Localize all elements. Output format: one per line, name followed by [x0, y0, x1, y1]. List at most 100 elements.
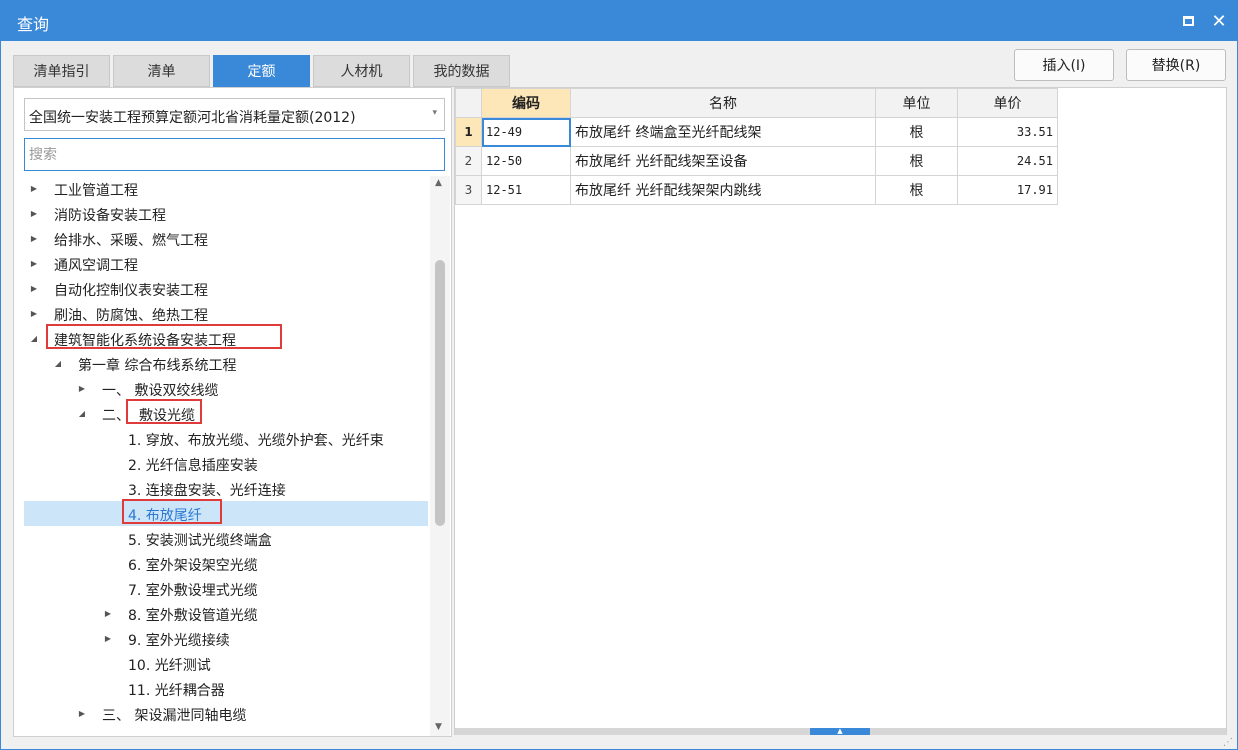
scrollbar-thumb[interactable] — [435, 260, 445, 526]
grid-horizontal-scrollbar[interactable]: ▲ — [455, 728, 1226, 735]
quota-table: 编码 名称 单位 单价 1 12-49 布放尾纤 终端盒至光纤配线架 根 33.… — [455, 88, 1058, 205]
tab-my-data[interactable]: 我的数据 — [413, 55, 510, 87]
search-field[interactable] — [24, 138, 445, 171]
tree-item-lay-pigtail[interactable]: 4. 布放尾纤 — [24, 499, 428, 526]
column-header-unit[interactable]: 单位 — [875, 88, 958, 118]
row-number[interactable]: 1 — [455, 117, 482, 147]
tree-item-label: 6. 室外架设架空光缆 — [128, 558, 258, 574]
expand-arrow-icon[interactable]: ▶ — [28, 256, 40, 270]
table-row[interactable]: 3 12-51 布放尾纤 光纤配线架架内跳线 根 17.91 — [455, 175, 1058, 205]
collapse-arrow-icon[interactable]: ◢ — [52, 356, 64, 370]
expand-arrow-icon[interactable]: ▶ — [28, 206, 40, 220]
tree-item[interactable]: 11. 光纤耦合器 — [24, 676, 428, 701]
expand-arrow-icon[interactable]: ▶ — [28, 181, 40, 195]
cell-name[interactable]: 布放尾纤 终端盒至光纤配线架 — [570, 117, 876, 147]
quota-library-select[interactable]: 全国统一安装工程预算定额河北省消耗量定额(2012) ▾ — [24, 98, 445, 131]
cell-code[interactable]: 12-49 — [481, 117, 571, 147]
query-dialog: 查询 ✕ 清单指引 清单 定额 人材机 我的数据 插入(I) 替换(R) 全国统… — [0, 0, 1238, 750]
table-row[interactable]: 1 12-49 布放尾纤 终端盒至光纤配线架 根 33.51 — [455, 117, 1058, 147]
tree-item[interactable]: ▶ 9. 室外光缆接续 — [24, 626, 428, 651]
cell-unit[interactable]: 根 — [875, 146, 958, 176]
close-icon: ✕ — [1211, 10, 1227, 32]
title-bar: 查询 ✕ — [1, 1, 1237, 41]
cell-code[interactable]: 12-51 — [481, 175, 571, 205]
tree-item[interactable]: ▶ 消防设备安装工程 — [24, 201, 428, 226]
tree-item[interactable]: 7. 室外敷设埋式光缆 — [24, 576, 428, 601]
tree-scrollbar[interactable]: ▲ ▼ — [430, 176, 450, 736]
tree-item-label: 自动化控制仪表安装工程 — [54, 283, 208, 299]
highlight-box — [122, 499, 222, 524]
tree-item-smart-building[interactable]: ◢ 建筑智能化系统设备安装工程 — [24, 324, 428, 351]
cell-name[interactable]: 布放尾纤 光纤配线架至设备 — [570, 146, 876, 176]
row-number[interactable]: 3 — [455, 175, 482, 205]
quota-tree-panel: 全国统一安装工程预算定额河北省消耗量定额(2012) ▾ ▶ 工业管道工程 ▶ … — [13, 87, 452, 737]
tree-item[interactable]: 6. 室外架设架空光缆 — [24, 551, 428, 576]
scroll-up-icon[interactable]: ▲ — [435, 178, 442, 188]
tree-item[interactable]: 10. 光纤测试 — [24, 651, 428, 676]
tree-item-label: 三、 架设漏泄同轴电缆 — [102, 708, 247, 724]
cell-code[interactable]: 12-50 — [481, 146, 571, 176]
resize-grip-icon[interactable]: ⋰ — [1223, 737, 1235, 749]
table-header-row: 编码 名称 单位 单价 — [455, 88, 1058, 118]
tree-item-label: 工业管道工程 — [54, 183, 138, 199]
cell-unit[interactable]: 根 — [875, 117, 958, 147]
expand-arrow-icon[interactable]: ▶ — [28, 281, 40, 295]
scroll-down-icon[interactable]: ▼ — [435, 722, 442, 732]
column-header-price[interactable]: 单价 — [957, 88, 1058, 118]
tree-item[interactable]: ▶ 自动化控制仪表安装工程 — [24, 276, 428, 301]
tree-item-label: 9. 室外光缆接续 — [128, 633, 230, 649]
chevron-down-icon: ▾ — [432, 108, 437, 118]
expand-arrow-icon[interactable]: ▶ — [102, 631, 114, 645]
scroll-grip-icon[interactable]: ▲ — [810, 728, 870, 735]
tree-item-label: 1. 穿放、布放光缆、光缆外护套、光纤束 — [128, 433, 384, 449]
tree-item-label: 通风空调工程 — [54, 258, 138, 274]
expand-arrow-icon[interactable]: ▶ — [102, 606, 114, 620]
tab-labor-material-machine[interactable]: 人材机 — [313, 55, 410, 87]
cell-name[interactable]: 布放尾纤 光纤配线架架内跳线 — [570, 175, 876, 205]
search-input[interactable] — [25, 139, 444, 170]
tree-item-label: 给排水、采暖、燃气工程 — [54, 233, 208, 249]
tree-item-label: 7. 室外敷设埋式光缆 — [128, 583, 258, 599]
cell-price[interactable]: 17.91 — [957, 175, 1058, 205]
corner-cell[interactable] — [455, 88, 482, 118]
tree-item[interactable]: ▶ 8. 室外敷设管道光缆 — [24, 601, 428, 626]
tab-bill[interactable]: 清单 — [113, 55, 210, 87]
expand-arrow-icon[interactable]: ▶ — [28, 231, 40, 245]
expand-arrow-icon[interactable]: ▶ — [76, 381, 88, 395]
tree-item[interactable]: ▶ 给排水、采暖、燃气工程 — [24, 226, 428, 251]
quota-tree: ▶ 工业管道工程 ▶ 消防设备安装工程 ▶ 给排水、采暖、燃气工程 ▶ 通风空调… — [14, 176, 430, 736]
tree-item[interactable]: 2. 光纤信息插座安装 — [24, 451, 428, 476]
cell-unit[interactable]: 根 — [875, 175, 958, 205]
table-row[interactable]: 2 12-50 布放尾纤 光纤配线架至设备 根 24.51 — [455, 146, 1058, 176]
tree-item[interactable]: ▶ 工业管道工程 — [24, 176, 428, 201]
tree-item[interactable]: ▶ 通风空调工程 — [24, 251, 428, 276]
tree-item[interactable]: ▶ 三、 架设漏泄同轴电缆 — [24, 701, 428, 726]
cell-price[interactable]: 24.51 — [957, 146, 1058, 176]
tree-item-fiber-cable[interactable]: ◢ 二、 敷设光缆 — [24, 399, 428, 426]
tree-item-label: 2. 光纤信息插座安装 — [128, 458, 258, 474]
column-header-code[interactable]: 编码 — [481, 88, 571, 118]
tree-item[interactable]: ◢ 第一章 综合布线系统工程 — [24, 351, 428, 376]
column-header-name[interactable]: 名称 — [570, 88, 876, 118]
dialog-title: 查询 — [17, 15, 50, 34]
maximize-button[interactable] — [1176, 9, 1200, 33]
tab-bill-guide[interactable]: 清单指引 — [13, 55, 110, 87]
tree-item[interactable]: 3. 连接盘安装、光纤连接 — [24, 476, 428, 501]
tree-item[interactable]: 1. 穿放、布放光缆、光缆外护套、光纤束 — [24, 426, 428, 451]
tab-quota[interactable]: 定额 — [213, 55, 310, 87]
replace-button[interactable]: 替换(R) — [1126, 49, 1226, 81]
collapse-arrow-icon[interactable]: ◢ — [28, 331, 40, 345]
cell-price[interactable]: 33.51 — [957, 117, 1058, 147]
expand-arrow-icon[interactable]: ▶ — [28, 306, 40, 320]
tree-item[interactable]: ▶ 一、 敷设双绞线缆 — [24, 376, 428, 401]
expand-arrow-icon[interactable]: ▶ — [76, 706, 88, 720]
row-number[interactable]: 2 — [455, 146, 482, 176]
tree-item[interactable]: 5. 安装测试光缆终端盒 — [24, 526, 428, 551]
close-button[interactable]: ✕ — [1207, 9, 1231, 33]
tree-item-label: 消防设备安装工程 — [54, 208, 166, 224]
collapse-arrow-icon[interactable]: ◢ — [76, 406, 88, 420]
tree-item[interactable]: ▶ 刷油、防腐蚀、绝热工程 — [24, 301, 428, 326]
tree-item-label: 8. 室外敷设管道光缆 — [128, 608, 258, 624]
tree-item-label: 一、 敷设双绞线缆 — [102, 383, 219, 399]
insert-button[interactable]: 插入(I) — [1014, 49, 1114, 81]
